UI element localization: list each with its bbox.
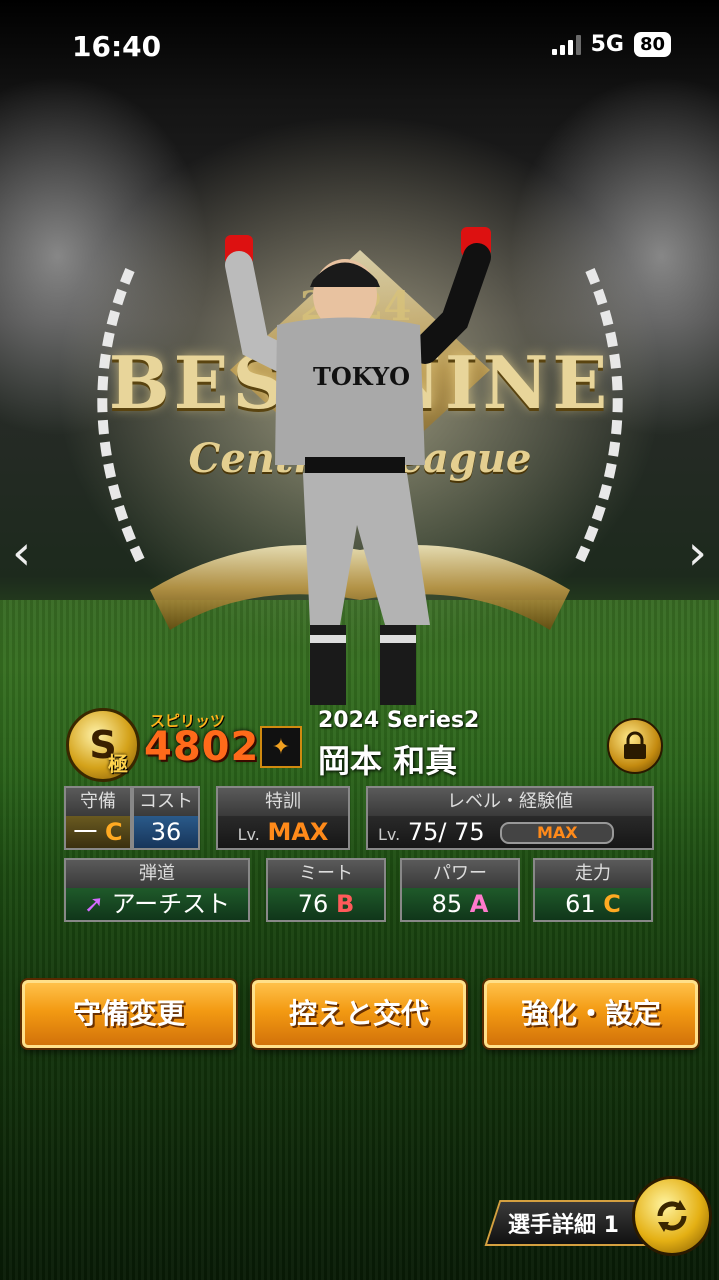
level-value: 75/ 75 [407,818,485,846]
defense-label: 守備 [66,788,130,816]
speed-grade: C [603,890,621,918]
spirits-value: 4802 [144,724,260,770]
contact-panel: ミート 76 B [266,858,386,922]
rank-sub-label: 極 [108,752,128,776]
trajectory-arrow-icon: ➚ [83,890,104,918]
contact-grade: B [335,890,355,918]
cost-value: 36 [134,816,198,848]
change-position-button[interactable]: 守備変更 [22,980,236,1048]
contact-label: ミート [268,860,384,888]
chevron-left-icon[interactable]: ‹ [12,525,31,581]
lock-button[interactable] [607,718,663,774]
status-indicators: 5G 80 [551,32,671,57]
contact-value: 76 [297,890,329,918]
trajectory-value: アーチスト [111,890,231,918]
defense-grade: C [105,818,123,846]
rank-badge: S [66,708,140,782]
signal-icon [551,34,581,55]
network-type: 5G [590,32,624,57]
cost-panel: コスト 36 [132,786,200,850]
level-panel: レベル・経験値 Lv. 75/ 75 MAX [366,786,654,850]
trajectory-label: 弾道 [66,860,248,888]
defense-panel: 守備 一 C [64,786,132,850]
speed-value: 61 [565,890,596,918]
power-value: 85 [431,890,463,918]
speed-panel: 走力 61 C [533,858,653,922]
lock-icon [624,731,646,759]
svg-text:TOKYO: TOKYO [313,362,410,391]
level-label: レベル・経験値 [368,788,652,816]
exp-bar: MAX [500,822,615,844]
defense-value: 一 [73,818,98,846]
power-label: パワー [402,860,518,888]
speed-label: 走力 [535,860,651,888]
refresh-icon [657,1200,687,1232]
enhance-settings-button[interactable]: 強化・設定 [484,980,698,1048]
power-grade: A [469,890,489,918]
player-name: 岡本 和真 [318,742,458,780]
player-detail-label[interactable]: 選手詳細 1 [508,1207,619,1239]
status-time: 16:40 [72,30,162,63]
substitute-button[interactable]: 控えと交代 [252,980,466,1048]
trajectory-panel: 弾道 ➚ アーチスト [64,858,250,922]
power-panel: パワー 85 A [400,858,520,922]
training-label: 特訓 [218,788,348,816]
team-logo-icon: ✦ [260,726,302,768]
card-series: 2024 Series2 [318,708,480,733]
training-panel: 特訓 Lv. MAX [216,786,350,850]
chevron-right-icon[interactable]: › [688,525,707,581]
battery-level: 80 [633,32,671,57]
training-prefix: Lv. [237,825,260,844]
level-prefix: Lv. [378,825,401,844]
player-image: TOKYO [225,227,491,705]
exp-bar-label: MAX [536,823,578,842]
refresh-button[interactable] [632,1176,712,1256]
training-value: MAX [267,818,329,846]
cost-label: コスト [134,788,198,816]
